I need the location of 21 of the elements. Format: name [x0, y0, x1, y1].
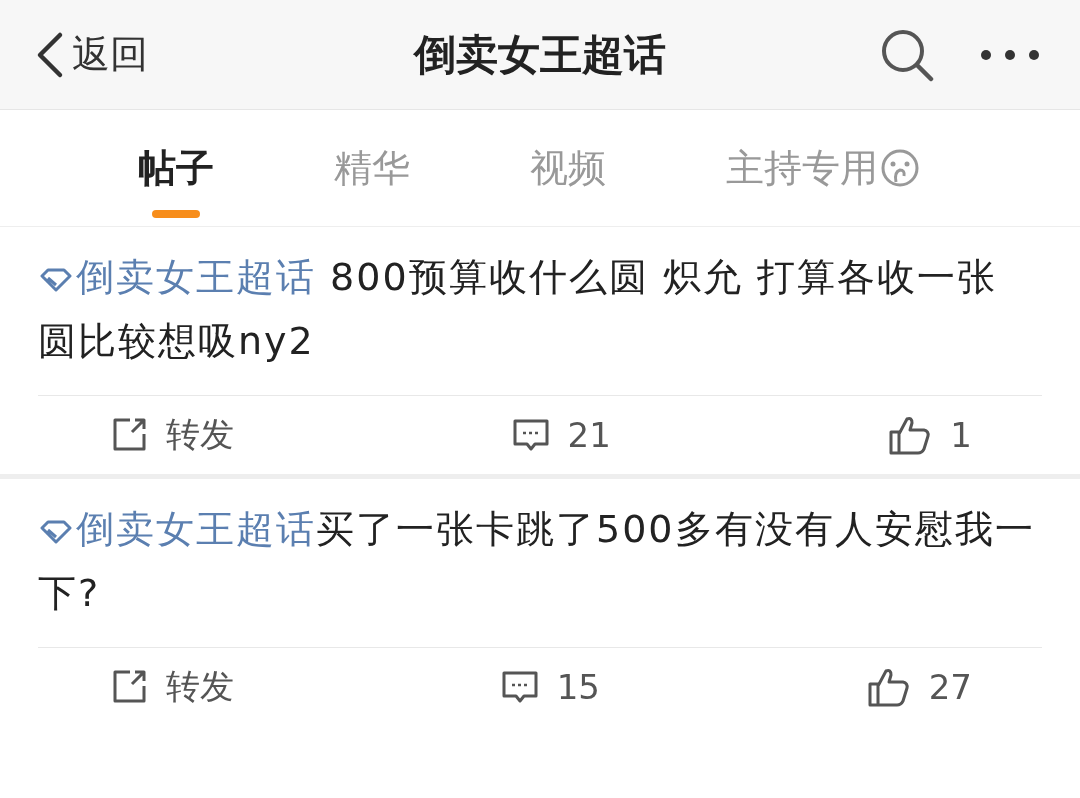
thumbs-up-icon: [866, 666, 911, 708]
like-button[interactable]: 27: [866, 666, 972, 708]
thumbs-up-icon: [888, 414, 933, 456]
post-text: 倒卖女王超话买了一张卡跳了500多有没有人安慰我一下?: [38, 506, 1036, 617]
tab-indicator: [152, 210, 200, 218]
page-title: 倒卖女王超话: [414, 28, 666, 81]
more-icon[interactable]: [980, 48, 1040, 61]
comment-button[interactable]: 15: [500, 667, 600, 707]
post-text: 倒卖女王超话 800预算收什么圆 炽允 打算各收一张: [38, 245, 1042, 309]
topic-link[interactable]: 倒卖女王超话: [38, 255, 316, 299]
diamond-icon: [38, 267, 74, 292]
post-text: 圆比较想吸ny2: [38, 318, 316, 365]
diamond-icon: [38, 519, 74, 544]
tab[interactable]: 帖子: [118, 110, 234, 226]
repost-button[interactable]: 转发: [110, 412, 234, 458]
comment-button[interactable]: 21: [511, 415, 611, 455]
topic-link[interactable]: 倒卖女王超话: [38, 507, 316, 551]
search-icon[interactable]: [880, 27, 934, 82]
like-button[interactable]: 1: [888, 414, 972, 456]
repost-button[interactable]: 转发: [110, 664, 234, 710]
back-button[interactable]: 返回: [34, 29, 148, 80]
